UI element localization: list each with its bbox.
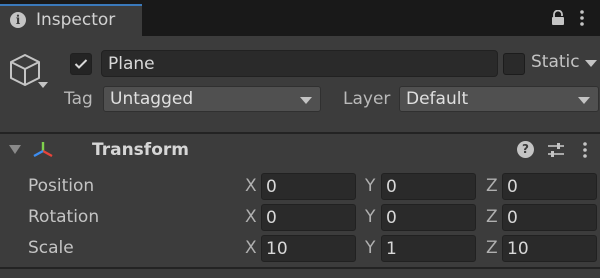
cube-icon[interactable] xyxy=(8,52,42,88)
layer-dropdown[interactable]: Default xyxy=(399,86,599,112)
scale-x-field[interactable] xyxy=(261,235,356,262)
row-label[interactable]: Rotation xyxy=(28,207,99,227)
component-divider xyxy=(0,267,600,278)
foldout-arrow-icon[interactable] xyxy=(9,145,21,154)
position-row: Position X Y Z xyxy=(0,172,600,202)
icon-selector-caret[interactable] xyxy=(38,82,48,88)
checkmark-icon xyxy=(74,59,88,69)
static-dropdown-caret[interactable] xyxy=(585,60,597,67)
axis-label-y[interactable]: Y xyxy=(365,207,375,227)
help-icon[interactable]: ? xyxy=(517,141,534,158)
tag-label: Tag xyxy=(64,89,93,109)
preset-sliders-icon[interactable] xyxy=(547,141,565,159)
chevron-down-icon xyxy=(578,97,590,104)
kebab-menu-icon[interactable] xyxy=(581,141,589,159)
rotation-y-field[interactable] xyxy=(381,204,476,231)
axis-label-x[interactable]: X xyxy=(245,207,257,227)
scale-z-field[interactable] xyxy=(502,235,597,262)
tab-bar: i Inspector xyxy=(0,0,600,36)
layer-value: Default xyxy=(406,89,469,109)
layer-label: Layer xyxy=(343,89,391,109)
gameobject-header: Static Tag Untagged Layer Default xyxy=(0,36,600,132)
transform-component-body: Position X Y Z Rotation X Y Z Scale X Y … xyxy=(0,167,600,267)
tag-value: Untagged xyxy=(110,89,194,109)
rotation-z-field[interactable] xyxy=(502,204,597,231)
lock-icon[interactable] xyxy=(551,10,565,26)
position-z-field[interactable] xyxy=(502,173,597,200)
name-field[interactable] xyxy=(101,50,498,77)
position-x-field[interactable] xyxy=(261,173,356,200)
axis-label-z[interactable]: Z xyxy=(486,238,498,258)
tag-dropdown[interactable]: Untagged xyxy=(103,86,321,112)
chevron-down-icon xyxy=(300,97,312,104)
tab-inspector[interactable]: i Inspector xyxy=(0,4,142,36)
transform-axes-icon xyxy=(33,142,53,158)
row-label[interactable]: Scale xyxy=(28,238,74,258)
position-y-field[interactable] xyxy=(381,173,476,200)
axis-label-y[interactable]: Y xyxy=(365,238,375,258)
kebab-menu-icon[interactable] xyxy=(578,9,586,27)
axis-label-z[interactable]: Z xyxy=(486,207,498,227)
axis-label-x[interactable]: X xyxy=(245,176,257,196)
rotation-x-field[interactable] xyxy=(261,204,356,231)
active-checkbox[interactable] xyxy=(70,53,92,75)
row-label[interactable]: Position xyxy=(28,176,94,196)
axis-label-z[interactable]: Z xyxy=(486,176,498,196)
transform-component-header[interactable]: Transform ? xyxy=(0,134,600,167)
component-title: Transform xyxy=(92,140,189,160)
rotation-row: Rotation X Y Z xyxy=(0,203,600,233)
scale-y-field[interactable] xyxy=(381,235,476,262)
axis-label-x[interactable]: X xyxy=(245,238,257,258)
info-icon: i xyxy=(10,12,26,28)
scale-row: Scale X Y Z xyxy=(0,234,600,264)
axis-label-y[interactable]: Y xyxy=(365,176,375,196)
tab-title: Inspector xyxy=(36,10,116,30)
static-checkbox[interactable] xyxy=(503,53,525,75)
static-label[interactable]: Static xyxy=(531,52,580,72)
